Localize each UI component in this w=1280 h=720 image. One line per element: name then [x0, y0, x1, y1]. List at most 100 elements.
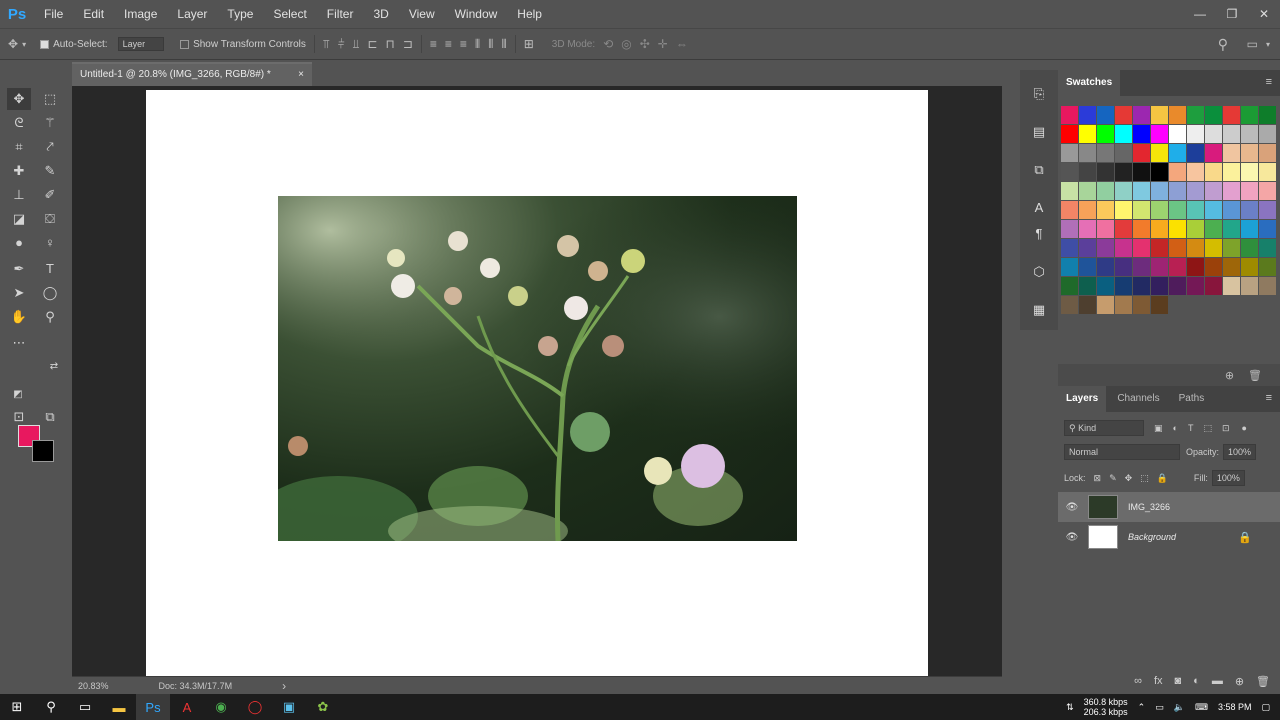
swatch-color[interactable] [1259, 239, 1276, 257]
properties-panel-icon[interactable]: ⧉ [1029, 160, 1049, 180]
swatch-color[interactable] [1151, 182, 1168, 200]
link-layers-icon[interactable]: ∞ [1134, 675, 1142, 687]
swatch-color[interactable] [1115, 125, 1132, 143]
volume-icon[interactable]: 🔈 [1174, 702, 1185, 713]
distribute-right-icon[interactable]: ⦀ [501, 37, 506, 52]
menu-help[interactable]: Help [507, 0, 552, 28]
swatch-color[interactable] [1097, 125, 1114, 143]
auto-select-option[interactable]: Auto-Select: [40, 39, 108, 50]
lock-artboard-icon[interactable]: ⬚ [1140, 473, 1149, 484]
swatch-color[interactable] [1097, 239, 1114, 257]
lock-all-icon[interactable]: 🔒 [1157, 473, 1168, 484]
swatch-color[interactable] [1151, 163, 1168, 181]
character-panel-icon[interactable]: A [1029, 198, 1049, 218]
task-view-icon[interactable]: ▭ [68, 694, 102, 720]
eyedropper-tool-icon[interactable]: ⤤ [38, 136, 62, 158]
swatch-color[interactable] [1169, 239, 1186, 257]
brush-tool-icon[interactable]: ✎ [38, 160, 62, 182]
swatch-color[interactable] [1187, 182, 1204, 200]
workspace-icon[interactable]: ▭ [1247, 37, 1258, 51]
swatch-color[interactable] [1151, 296, 1168, 314]
swatch-color[interactable] [1223, 182, 1240, 200]
swatch-color[interactable] [1079, 239, 1096, 257]
orbit-3d-icon[interactable]: ⟲ [603, 37, 613, 51]
swatch-color[interactable] [1061, 144, 1078, 162]
eye-icon[interactable]: 👁 [1058, 532, 1086, 543]
quick-mask-icon[interactable]: ⊡ [7, 406, 31, 428]
swatch-color[interactable] [1079, 220, 1096, 238]
restore-button[interactable]: ❐ [1216, 7, 1248, 21]
swatch-color[interactable] [1169, 106, 1186, 124]
tab-swatches[interactable]: Swatches [1058, 70, 1121, 96]
swatch-color[interactable] [1079, 106, 1096, 124]
swatch-color[interactable] [1079, 258, 1096, 276]
history-brush-tool-icon[interactable]: ✐ [38, 184, 62, 206]
filter-shape-icon[interactable]: ⬚ [1203, 423, 1212, 434]
swatch-color[interactable] [1187, 258, 1204, 276]
chevron-down-icon[interactable]: ▾ [22, 40, 26, 49]
menu-file[interactable]: File [34, 0, 73, 28]
add-mask-icon[interactable]: ◙ [1175, 675, 1182, 687]
swatch-color[interactable] [1061, 201, 1078, 219]
swatch-color[interactable] [1097, 201, 1114, 219]
swatch-color[interactable] [1205, 201, 1222, 219]
new-layer-icon[interactable]: ⊕ [1235, 675, 1244, 688]
adjustments-panel-icon[interactable]: ▤ [1029, 122, 1049, 142]
swatch-color[interactable] [1205, 182, 1222, 200]
screen-mode-icon[interactable]: ⧉ [38, 406, 62, 428]
lasso-tool-icon[interactable]: ᘓ [7, 112, 31, 134]
swatch-color[interactable] [1205, 106, 1222, 124]
swatch-color[interactable] [1079, 277, 1096, 295]
swatch-color[interactable] [1223, 125, 1240, 143]
filter-type-icon[interactable]: T [1188, 423, 1194, 433]
swatch-color[interactable] [1097, 163, 1114, 181]
swatch-color[interactable] [1205, 144, 1222, 162]
default-colors-icon[interactable]: ◩ [6, 384, 30, 406]
distribute-bottom-icon[interactable]: ≡ [460, 37, 467, 51]
distribute-left-icon[interactable]: ⦀ [475, 37, 480, 52]
layer-kind-filter[interactable]: ⚲ Kind [1064, 420, 1144, 436]
swatch-color[interactable] [1079, 182, 1096, 200]
filter-toggle-icon[interactable]: ● [1242, 423, 1247, 433]
acrobat-icon[interactable]: A [170, 694, 204, 720]
swatch-color[interactable] [1133, 182, 1150, 200]
swatch-color[interactable] [1115, 106, 1132, 124]
swatch-color[interactable] [1151, 144, 1168, 162]
swatch-color[interactable] [1133, 239, 1150, 257]
search-icon[interactable]: ⚲ [34, 694, 68, 720]
app-green-icon[interactable]: ✿ [306, 694, 340, 720]
app-icon[interactable]: ▣ [272, 694, 306, 720]
tab-layers[interactable]: Layers [1058, 386, 1107, 412]
swatch-color[interactable] [1241, 239, 1258, 257]
swatch-color[interactable] [1061, 125, 1078, 143]
more-tools-icon[interactable]: ⋯ [7, 332, 31, 354]
swatch-color[interactable] [1241, 201, 1258, 219]
tab-paths[interactable]: Paths [1171, 386, 1213, 412]
crop-tool-icon[interactable]: ⌗ [7, 136, 31, 158]
swatch-color[interactable] [1169, 182, 1186, 200]
eraser-tool-icon[interactable]: ◪ [7, 208, 31, 230]
swatch-color[interactable] [1133, 106, 1150, 124]
swatch-color[interactable] [1079, 144, 1096, 162]
swatch-color[interactable] [1115, 201, 1132, 219]
swatch-color[interactable] [1151, 220, 1168, 238]
close-button[interactable]: ✕ [1248, 7, 1280, 21]
swatch-color[interactable] [1133, 163, 1150, 181]
swatch-color[interactable] [1151, 125, 1168, 143]
roll-3d-icon[interactable]: ◎ [621, 37, 631, 51]
swatch-color[interactable] [1169, 201, 1186, 219]
menu-select[interactable]: Select [263, 0, 316, 28]
swatch-color[interactable] [1061, 239, 1078, 257]
swatch-color[interactable] [1259, 201, 1276, 219]
swatch-color[interactable] [1187, 106, 1204, 124]
menu-filter[interactable]: Filter [317, 0, 364, 28]
blur-tool-icon[interactable]: ● [7, 232, 31, 254]
keyboard-icon[interactable]: ⌨ [1195, 702, 1208, 713]
document-tab[interactable]: Untitled-1 @ 20.8% (IMG_3266, RGB/8#) * … [72, 62, 312, 86]
swatch-color[interactable] [1151, 239, 1168, 257]
swap-colors-icon[interactable]: ⇄ [42, 356, 66, 378]
history-panel-icon[interactable]: ⎘ [1029, 84, 1049, 104]
lock-pixels-icon[interactable]: ✎ [1109, 473, 1117, 484]
panel-menu-icon[interactable]: ≡ [1266, 392, 1272, 404]
swatch-color[interactable] [1223, 201, 1240, 219]
